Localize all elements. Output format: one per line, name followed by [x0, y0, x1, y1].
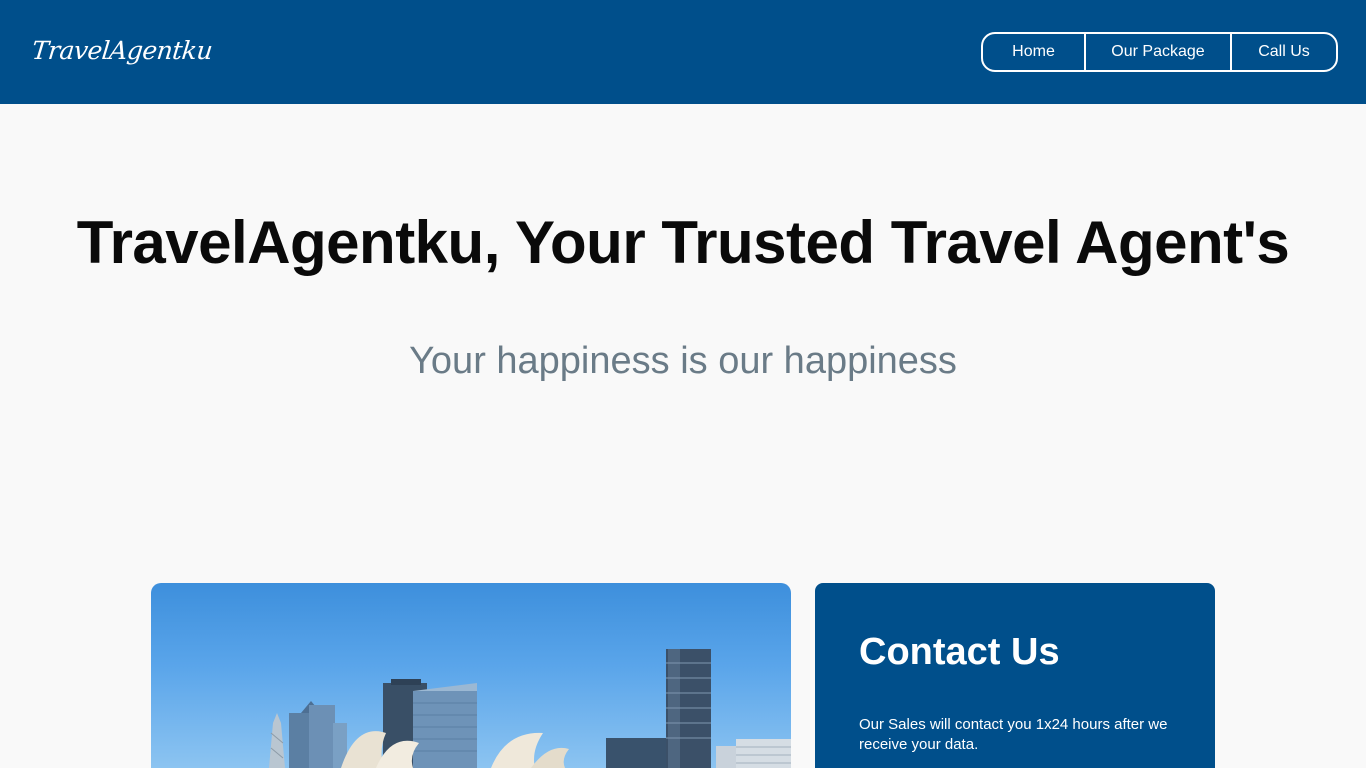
- contact-title: Contact Us: [859, 631, 1060, 673]
- site-header: TravelAgentku Home Our Package Call Us: [0, 0, 1366, 104]
- main-nav: Home Our Package Call Us: [981, 32, 1338, 72]
- sydney-skyline-photo: [151, 583, 791, 768]
- contact-card: Contact Us Our Sales will contact you 1x…: [815, 583, 1215, 768]
- nav-call-us[interactable]: Call Us: [1230, 34, 1336, 70]
- nav-our-package[interactable]: Our Package: [1084, 34, 1230, 70]
- hero-subtitle: Your happiness is our happiness: [409, 340, 957, 382]
- contact-description: Our Sales will contact you 1x24 hours af…: [859, 716, 1168, 753]
- nav-home[interactable]: Home: [983, 34, 1084, 70]
- site-logo[interactable]: TravelAgentku: [30, 36, 213, 65]
- hero-title: TravelAgentku, Your Trusted Travel Agent…: [76, 209, 1290, 276]
